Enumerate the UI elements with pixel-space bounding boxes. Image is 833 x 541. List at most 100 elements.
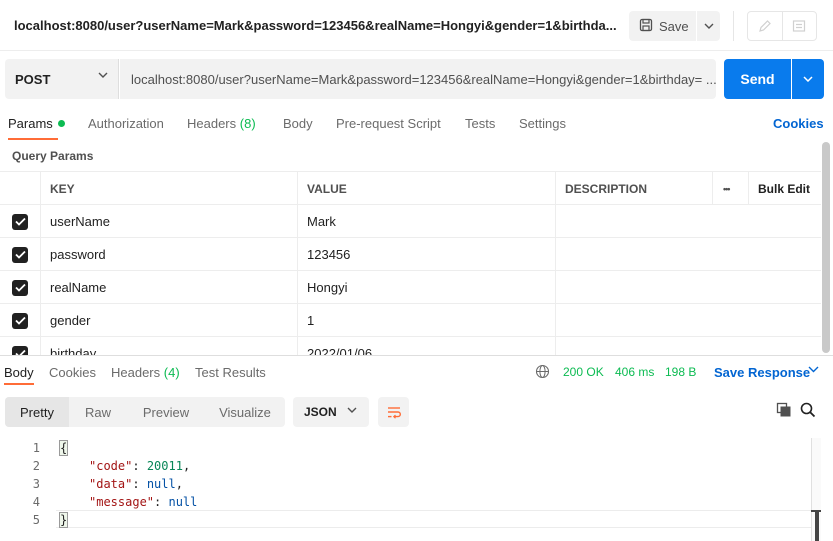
params-scrollbar[interactable] <box>822 142 830 353</box>
active-tab-indicator <box>4 383 34 385</box>
table-row: realName Hongyi <box>0 271 821 304</box>
request-header-bar: localhost:8080/user?userName=Mark&passwo… <box>0 0 833 51</box>
format-select[interactable]: JSON <box>293 397 369 427</box>
column-header-key: KEY <box>40 172 298 205</box>
url-input[interactable]: localhost:8080/user?userName=Mark&passwo… <box>120 59 716 99</box>
current-line-highlight <box>56 510 816 528</box>
status-code[interactable]: 200 OK <box>563 365 604 379</box>
checkmark-icon <box>14 316 26 325</box>
line-number: 5 <box>32 513 40 527</box>
tab-tests[interactable]: Tests <box>465 116 495 131</box>
tab-authorization[interactable]: Authorization <box>88 116 164 131</box>
save-label: Save <box>659 18 689 34</box>
view-mode-visualize[interactable]: Visualize <box>205 397 285 427</box>
response-body-editor[interactable]: 1 2 3 4 5 { "code": 20011, "data": null,… <box>0 438 833 541</box>
chevron-down-icon <box>347 407 357 413</box>
response-tab-cookies[interactable]: Cookies <box>49 365 96 380</box>
bulk-edit-button[interactable]: Bulk Edit <box>748 172 821 205</box>
param-description[interactable] <box>555 337 821 355</box>
method-select[interactable]: POST <box>5 59 119 99</box>
save-options-button[interactable] <box>697 11 720 41</box>
response-time[interactable]: 406 ms <box>615 365 654 379</box>
pencil-icon[interactable] <box>748 12 782 40</box>
tab-pre-request-script[interactable]: Pre-request Script <box>336 116 441 131</box>
param-key[interactable]: gender <box>40 304 298 337</box>
table-header-row: KEY VALUE DESCRIPTION ••• Bulk Edit <box>0 172 821 205</box>
cookies-link[interactable]: Cookies <box>773 116 824 131</box>
param-value[interactable]: 123456 <box>297 238 555 271</box>
column-header-value: VALUE <box>297 172 555 205</box>
open-brace: { <box>58 440 69 456</box>
row-checkbox[interactable] <box>12 312 28 329</box>
divider <box>733 11 734 41</box>
code-line: "message": null <box>89 495 198 509</box>
response-size[interactable]: 198 B <box>665 365 696 379</box>
save-icon <box>639 18 653 35</box>
row-checkbox[interactable] <box>12 213 28 230</box>
query-params-label: Query Params <box>12 149 94 163</box>
tab-params[interactable]: Params <box>8 116 65 131</box>
send-options-button[interactable] <box>792 59 824 99</box>
column-header-description: DESCRIPTION <box>555 172 713 205</box>
editor-scrollbar-thumb[interactable] <box>815 510 819 541</box>
param-description[interactable] <box>555 238 821 271</box>
view-mode-preview[interactable]: Preview <box>127 397 205 427</box>
pane-divider[interactable] <box>0 355 833 356</box>
copy-icon[interactable] <box>776 402 792 418</box>
request-tabs: Params Authorization Headers (8) Body Pr… <box>0 108 833 140</box>
wrap-lines-icon <box>387 407 401 419</box>
row-checkbox[interactable] <box>12 279 28 296</box>
param-value[interactable]: 1 <box>297 304 555 337</box>
query-params-table: KEY VALUE DESCRIPTION ••• Bulk Edit user… <box>0 171 821 355</box>
code-line: "data": null, <box>89 477 183 491</box>
checkmark-icon <box>14 217 26 226</box>
param-key[interactable]: birthday <box>40 337 298 355</box>
chevron-down-icon <box>803 76 813 82</box>
row-checkbox[interactable] <box>12 345 28 355</box>
line-number: 2 <box>32 459 40 473</box>
table-row: gender 1 <box>0 304 821 337</box>
response-tab-headers[interactable]: Headers (4) <box>111 365 180 380</box>
view-mode-group: Pretty Raw Preview Visualize <box>5 397 285 427</box>
view-toggle-group <box>747 11 817 41</box>
tab-headers[interactable]: Headers (8) <box>187 116 256 131</box>
view-mode-pretty[interactable]: Pretty <box>5 397 69 427</box>
wrap-lines-button[interactable] <box>378 397 409 427</box>
send-button[interactable]: Send <box>724 59 791 99</box>
row-checkbox[interactable] <box>12 246 28 263</box>
param-value[interactable]: Mark <box>297 205 555 238</box>
save-response-button[interactable]: Save Response <box>714 365 810 380</box>
format-label: JSON <box>304 405 337 419</box>
chevron-down-icon[interactable] <box>808 366 819 373</box>
param-description[interactable] <box>555 304 821 337</box>
params-active-dot <box>57 120 65 127</box>
checkmark-icon <box>14 250 26 259</box>
response-tab-test-results[interactable]: Test Results <box>195 365 266 380</box>
line-number: 1 <box>32 441 40 455</box>
active-tab-indicator <box>8 138 58 140</box>
documentation-icon[interactable] <box>781 12 817 40</box>
checkmark-icon <box>14 283 26 292</box>
response-tab-body[interactable]: Body <box>4 365 34 380</box>
request-title[interactable]: localhost:8080/user?userName=Mark&passwo… <box>14 18 617 33</box>
param-description[interactable] <box>555 205 821 238</box>
param-value[interactable]: 2022/01/06 <box>297 337 555 355</box>
save-button[interactable]: Save <box>629 11 696 41</box>
search-icon[interactable] <box>800 402 816 418</box>
param-value[interactable]: Hongyi <box>297 271 555 304</box>
view-mode-raw[interactable]: Raw <box>69 397 127 427</box>
param-key[interactable]: password <box>40 238 298 271</box>
globe-icon[interactable] <box>535 364 550 379</box>
tab-settings[interactable]: Settings <box>519 116 566 131</box>
tab-body[interactable]: Body <box>283 116 313 131</box>
table-row: userName Mark <box>0 205 821 238</box>
code-line: "code": 20011, <box>89 459 191 473</box>
more-options-icon[interactable]: ••• <box>712 172 749 205</box>
method-label: POST <box>15 71 51 87</box>
param-key[interactable]: userName <box>40 205 298 238</box>
table-row: password 123456 <box>0 238 821 271</box>
param-key[interactable]: realName <box>40 271 298 304</box>
param-description[interactable] <box>555 271 821 304</box>
table-row: birthday 2022/01/06 <box>0 337 821 355</box>
chevron-down-icon <box>98 72 108 78</box>
